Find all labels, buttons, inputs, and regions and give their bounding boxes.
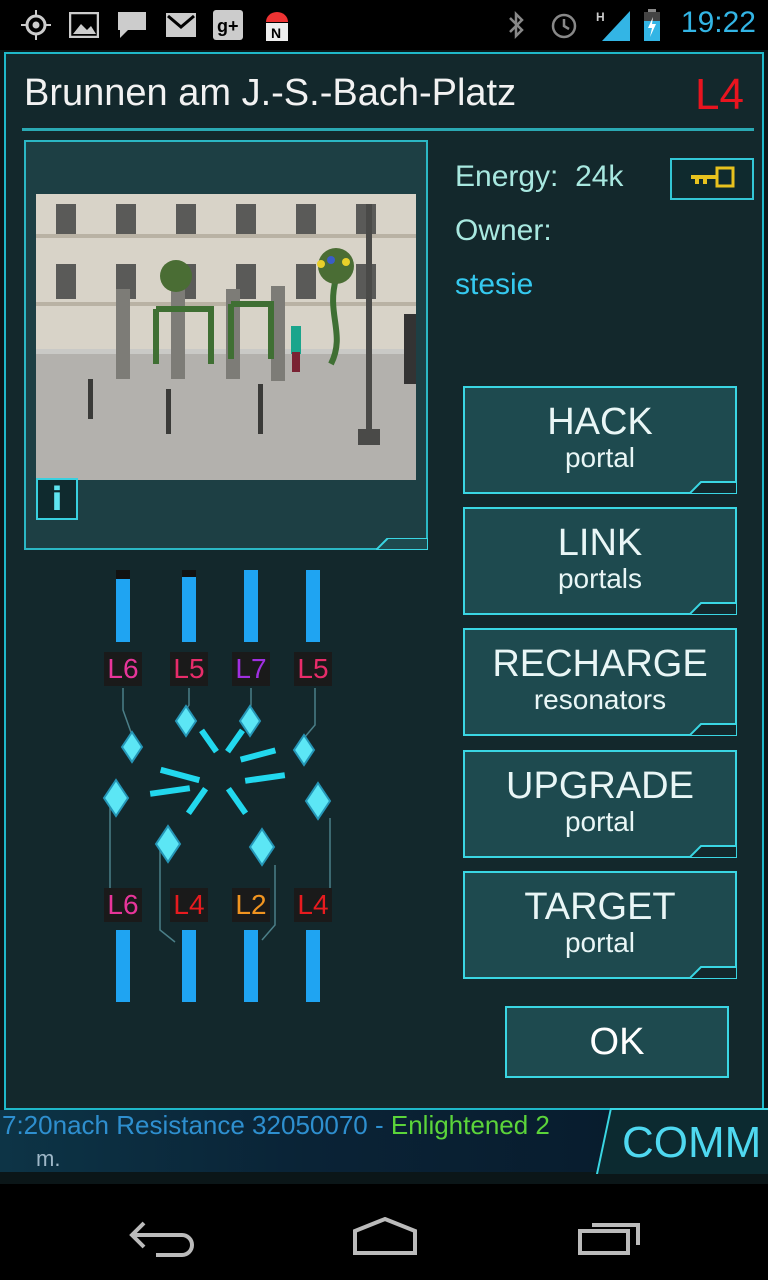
back-icon[interactable]	[116, 1210, 206, 1264]
hack-label: HACK	[547, 401, 653, 443]
resonator-level-label: L5	[170, 652, 208, 686]
status-bar: g+ N H 19:22	[0, 0, 768, 50]
resonator-bar-bottom	[116, 930, 130, 1002]
gmail-icon	[164, 10, 198, 40]
resonator-bar-top	[306, 570, 320, 642]
recent-apps-icon[interactable]	[566, 1210, 656, 1264]
home-icon[interactable]	[340, 1210, 430, 1264]
resonator-level-label: L6	[104, 888, 142, 922]
comm-button-label[interactable]: COMM	[622, 1118, 761, 1168]
resonator-bar-top	[116, 570, 130, 642]
resonator-level-label: L2	[232, 888, 270, 922]
resonator-level-label: L7	[232, 652, 270, 686]
frame-corner-decor	[376, 538, 428, 550]
resonator-bar-top	[182, 570, 196, 642]
resonator-bar-bottom	[182, 930, 196, 1002]
upgrade-sublabel: portal	[564, 806, 636, 837]
button-corner-decor	[689, 966, 737, 979]
energy-label: Energy: 24k	[455, 160, 624, 193]
resonator-bar-top	[244, 570, 258, 642]
hack-sublabel: portal	[564, 442, 636, 473]
resonator-bar-bottom	[306, 930, 320, 1002]
energy-value: 24k	[575, 160, 624, 193]
hack-button[interactable]: HACK portal	[463, 386, 737, 494]
resonator-level-label: L4	[294, 888, 332, 922]
resonator-level-label: L4	[170, 888, 208, 922]
ok-button[interactable]: OK	[505, 1006, 729, 1078]
android-debug-icon: N	[260, 10, 294, 41]
target-button[interactable]: TARGET portal	[463, 871, 737, 979]
clock: 19:22	[680, 6, 756, 39]
link-sublabel: portals	[557, 563, 643, 594]
upgrade-label: UPGRADE	[506, 765, 694, 807]
bluetooth-icon	[502, 10, 530, 40]
portal-title: Brunnen am J.-S.-Bach-Platz	[24, 72, 517, 114]
recharge-sublabel: resonators	[533, 684, 667, 715]
svg-text:g+: g+	[217, 16, 239, 36]
info-button[interactable]: i	[36, 478, 78, 520]
button-corner-decor	[689, 481, 737, 494]
button-corner-decor	[689, 602, 737, 615]
comm-ticker-text: 7:20nach Resistance 32050070 - Enlighten…	[2, 1110, 550, 1140]
gps-icon	[20, 10, 52, 40]
resonator-bar-bottom	[244, 930, 258, 1002]
gallery-icon	[68, 10, 100, 40]
recharge-button[interactable]: RECHARGE resonators	[463, 628, 737, 736]
target-label: TARGET	[524, 886, 676, 928]
link-button[interactable]: LINK portals	[463, 507, 737, 615]
chat-icon	[116, 10, 148, 40]
resonator-level-label: L6	[104, 652, 142, 686]
owner-name[interactable]: stesie	[455, 268, 533, 302]
link-label: LINK	[557, 522, 643, 564]
resonator-level-label: L5	[294, 652, 332, 686]
button-corner-decor	[689, 845, 737, 858]
signal-icon: H	[596, 10, 632, 41]
resonator-diagram: L6 L5 L7 L5 L6 L4 L2 L4	[90, 560, 350, 1010]
comm-ticker-line2: m.	[36, 1146, 61, 1171]
title-divider	[22, 128, 754, 131]
alarm-icon	[548, 10, 580, 40]
google-plus-icon: g+	[212, 10, 244, 40]
portal-level: L4	[695, 70, 744, 119]
portal-photo[interactable]	[36, 194, 416, 480]
owner-label: Owner:	[455, 214, 552, 247]
target-sublabel: portal	[564, 927, 636, 958]
svg-text:N: N	[271, 25, 281, 41]
svg-text:H: H	[596, 10, 605, 24]
button-corner-decor	[689, 723, 737, 736]
battery-icon	[640, 9, 664, 41]
upgrade-button[interactable]: UPGRADE portal	[463, 750, 737, 858]
recharge-label: RECHARGE	[492, 643, 708, 685]
portal-key-button[interactable]	[670, 158, 754, 200]
key-icon	[689, 166, 735, 192]
